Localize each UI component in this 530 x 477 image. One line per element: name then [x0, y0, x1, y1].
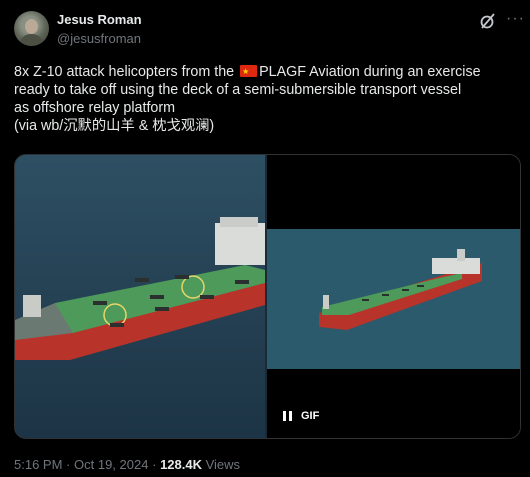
gif-label: GIF: [301, 410, 320, 422]
avatar-face: [25, 19, 38, 34]
avatar[interactable]: [14, 11, 49, 46]
tweet-line2: ready to take off using the deck of a se…: [14, 82, 462, 98]
tweet-meta: 5:16 PM · Oct 19, 2024 · 128.4K Views: [14, 457, 240, 472]
pause-icon[interactable]: [283, 411, 293, 421]
tweet-text: 8x Z-10 attack helicopters from the PLAG…: [14, 63, 524, 135]
more-icon[interactable]: ···: [506, 10, 525, 28]
post-date[interactable]: Oct 19, 2024: [74, 457, 148, 472]
media-grid[interactable]: GIF: [14, 154, 521, 439]
author-name[interactable]: Jesus Roman: [57, 12, 142, 27]
tweet-line3: as offshore relay platform: [14, 100, 176, 116]
meta-separator: ·: [66, 457, 71, 472]
gif-controls[interactable]: GIF: [283, 410, 319, 422]
meta-separator-2: ·: [152, 457, 157, 472]
tweet-line1-post: PLAGF Aviation during an exercise: [259, 64, 481, 80]
photo-left[interactable]: [15, 155, 265, 438]
tweet-line1-pre: 8x Z-10 attack helicopters from the: [14, 64, 239, 80]
views-count: 128.4K: [160, 457, 202, 472]
post-time[interactable]: 5:16 PM: [14, 457, 62, 472]
views-label: Views: [205, 457, 241, 472]
author-handle[interactable]: @jesusfroman: [57, 31, 141, 46]
photo-right-gif[interactable]: [267, 155, 520, 438]
grok-icon[interactable]: [478, 11, 498, 31]
china-flag-icon: [240, 63, 258, 81]
avatar-body: [19, 34, 44, 46]
tweet-line4: (via wb/沉默的山羊 & 枕戈观澜): [14, 118, 215, 134]
